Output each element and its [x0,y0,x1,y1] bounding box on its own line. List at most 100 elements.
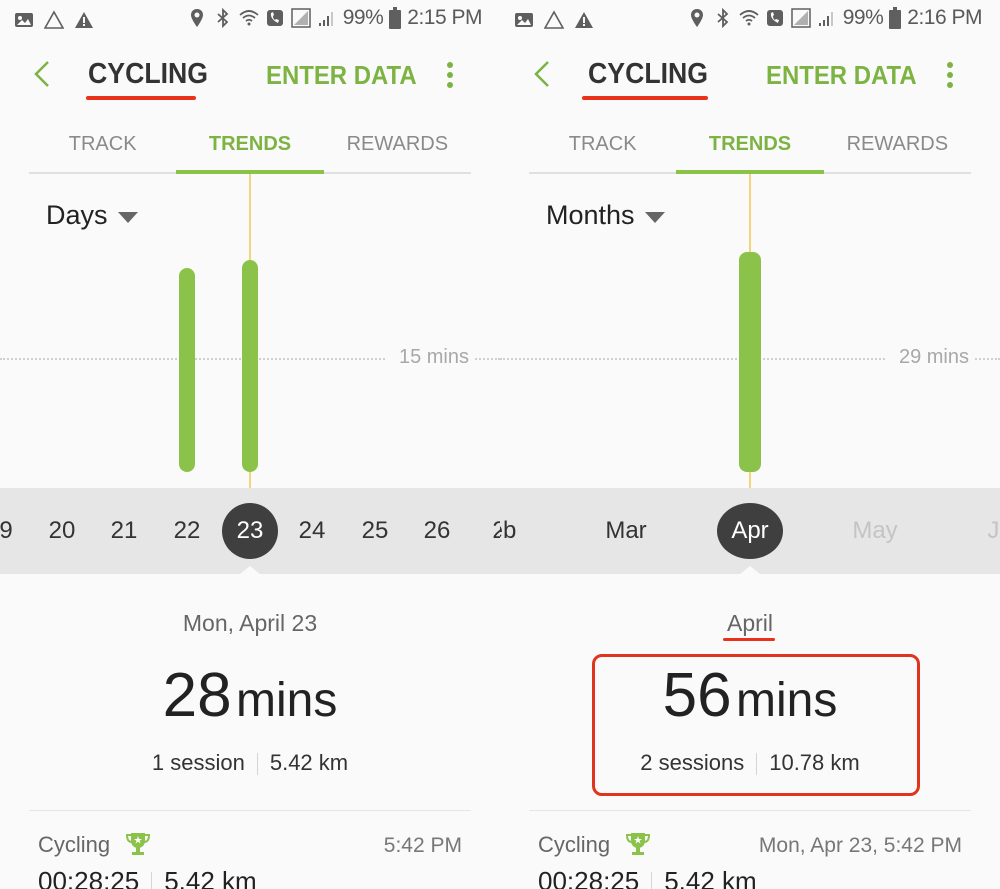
selection-pointer [240,566,260,574]
strip-item[interactable]: 20 [32,488,92,574]
warning-icon [75,12,93,28]
month-strip[interactable]: eb Mar Apr May Ju [500,488,1000,574]
page-title: CYCLING [588,58,709,90]
strip-item[interactable]: Mar [596,488,656,574]
dropdown-caret-icon [644,212,665,223]
strip-item[interactable]: Ju [970,488,1000,574]
strip-item-selected[interactable]: 23 [220,488,280,574]
screen-days: 99% 2:15 PM CYCLING ENTER DATA TRACK TRE… [0,0,500,889]
app-header: CYCLING ENTER DATA [500,50,1000,106]
trend-chart[interactable]: 15 mins Days [0,174,500,488]
battery-percent: 99% [342,6,384,29]
wifi-calling-icon [766,10,783,26]
period-dropdown[interactable]: Months [546,200,665,231]
clock: 2:16 PM [907,6,982,29]
total-minutes: 28 [162,661,232,730]
dropdown-caret-icon [117,212,138,223]
image-notification-icon [515,13,533,27]
strip-item[interactable]: 2 [469,488,500,574]
separator [651,872,653,889]
battery-icon [389,7,402,29]
bluetooth-icon [717,8,729,28]
summary-details: 2 sessions 10.78 km [500,750,1000,776]
session-stats: 00:28:25 5.42 km [38,866,257,889]
signal-icon [318,12,333,26]
app-header: CYCLING ENTER DATA [0,50,500,106]
page-title: CYCLING [88,58,209,90]
chart-bar-22[interactable] [179,267,195,472]
tab-rewards[interactable]: REWARDS [324,118,471,172]
total-unit: mins [736,674,838,727]
session-distance: 5.42 km [664,866,757,889]
trophy-icon [125,833,151,855]
tab-trends[interactable]: TRENDS [676,118,824,174]
annotation-underline [582,96,708,100]
session-stats: 00:28:25 5.42 km [538,866,757,889]
separator [256,753,258,776]
battery-percent: 99% [842,6,884,29]
clock: 2:15 PM [407,6,482,29]
summary-date: Mon, April 23 [182,610,318,636]
more-options-icon[interactable] [440,62,460,92]
summary-date: April [726,610,773,636]
session-list-item[interactable]: Cycling Mon, Apr 23, 5:42 PM 00:28:25 5.4… [538,830,962,889]
tab-trends[interactable]: TRENDS [176,118,324,174]
warning-icon [575,12,593,28]
strip-item[interactable]: May [845,488,905,574]
more-options-icon[interactable] [940,62,960,92]
session-list-item[interactable]: Cycling 5:42 PM 00:28:25 5.42 km [38,830,462,889]
session-duration: 00:28:25 [538,866,640,889]
status-bar: 99% 2:16 PM [500,0,1000,40]
summary-total: 56 mins [500,660,1000,731]
divider [29,810,471,811]
location-icon [690,9,703,27]
total-minutes: 56 [662,661,732,730]
strip-item[interactable]: 24 [282,488,342,574]
chart-bar-Apr[interactable] [739,251,761,472]
period-label: Days [46,200,108,230]
summary-total: 28 mins [0,660,500,731]
wifi-icon [239,10,259,26]
signal-icon [818,12,833,26]
wifi-icon [739,10,759,26]
date-strip[interactable]: 9 20 21 22 23 24 25 26 2 [0,488,500,574]
enter-data-button[interactable]: ENTER DATA [266,60,417,91]
session-distance: 5.42 km [164,866,257,889]
back-arrow-icon[interactable] [530,56,556,92]
separator [151,872,153,889]
image-notification-icon [15,13,33,27]
strip-item[interactable]: eb [500,488,533,574]
total-distance: 5.42 km [269,750,349,775]
session-name: Cycling [38,832,111,857]
warning-outline-icon [544,10,564,29]
enter-data-button[interactable]: ENTER DATA [766,60,917,91]
strip-item[interactable]: 9 [0,488,36,574]
selection-pointer [740,566,760,574]
no-sim-signal-icon [791,8,811,28]
screen-months: 99% 2:16 PM CYCLING ENTER DATA TRACK TRE… [500,0,1000,889]
tab-bar: TRACK TRENDS REWARDS [529,118,971,174]
back-arrow-icon[interactable] [30,56,56,92]
battery-icon [889,7,902,29]
tab-track[interactable]: TRACK [29,118,176,172]
trophy-icon [625,833,651,855]
tab-track[interactable]: TRACK [529,118,676,172]
strip-item[interactable]: 26 [407,488,467,574]
period-dropdown[interactable]: Days [46,200,138,231]
strip-item-selected[interactable]: Apr [717,488,783,574]
trend-chart[interactable]: 29 mins Months [500,174,1000,488]
location-icon [190,9,203,27]
session-name: Cycling [538,832,611,857]
strip-item[interactable]: 22 [157,488,217,574]
session-time: Mon, Apr 23, 5:42 PM [758,834,962,857]
strip-item[interactable]: 25 [345,488,405,574]
annotation-underline [86,96,196,100]
no-sim-signal-icon [291,8,311,28]
strip-item[interactable]: 21 [94,488,154,574]
chart-bar-23[interactable] [242,259,258,472]
reference-label: 29 mins [884,346,975,369]
session-duration: 00:28:25 [38,866,140,889]
tab-rewards[interactable]: REWARDS [824,118,971,172]
status-bar: 99% 2:15 PM [0,0,500,40]
divider [529,810,971,811]
